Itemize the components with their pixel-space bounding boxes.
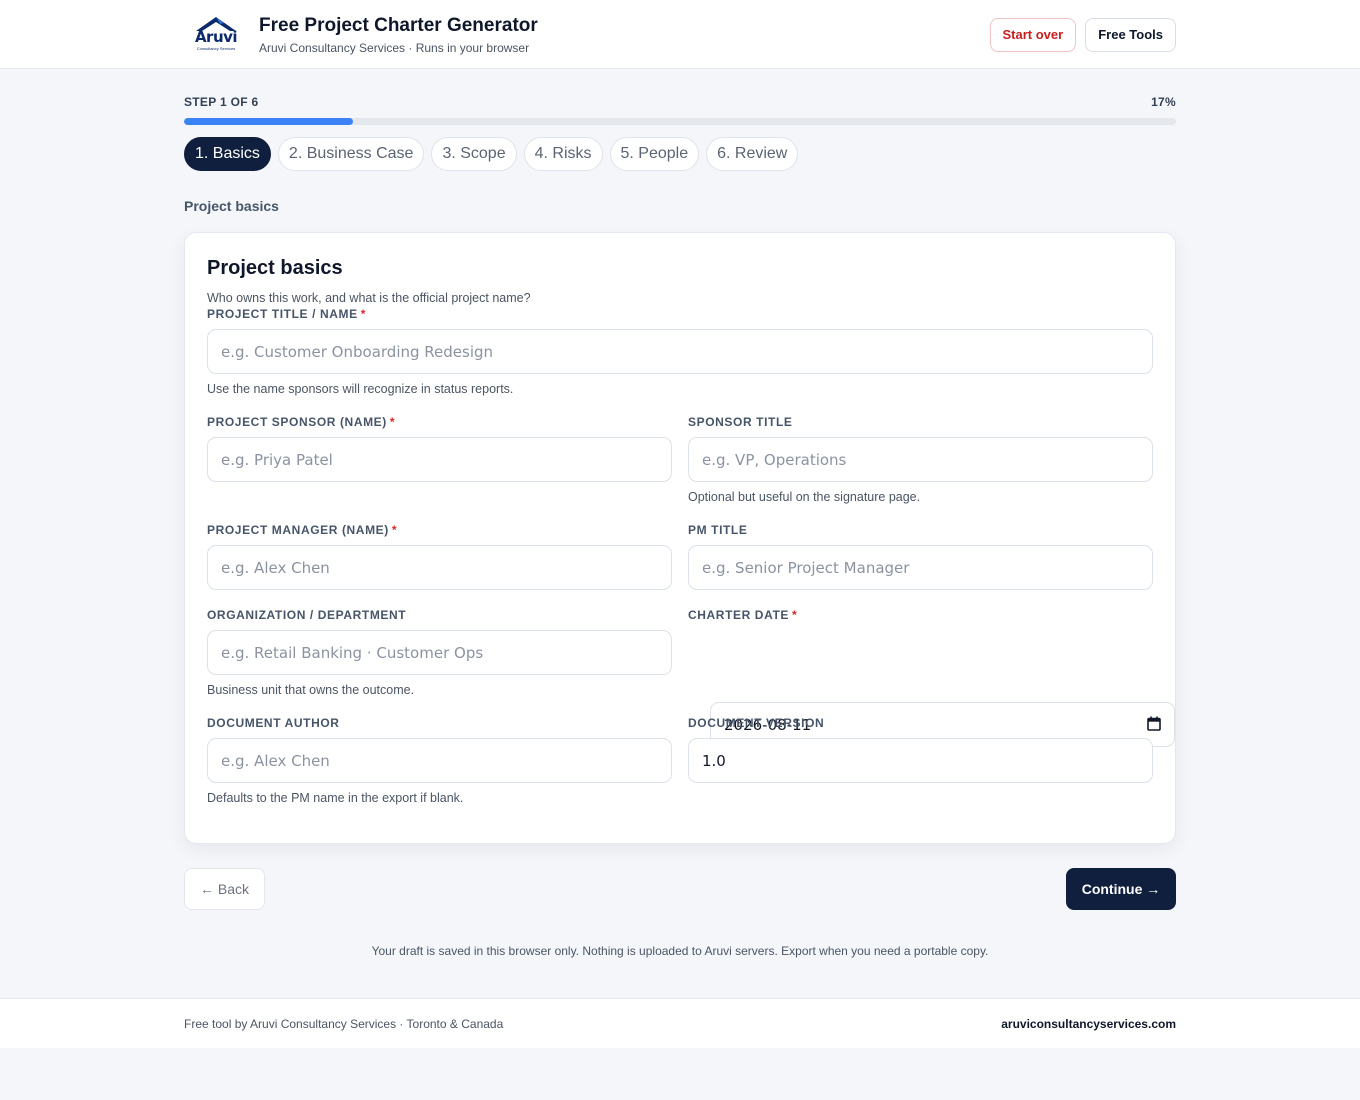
app-title: Free Project Charter Generator (259, 15, 538, 36)
card-description: Who owns this work, and what is the offi… (207, 291, 531, 305)
card-title: Project basics (207, 257, 343, 279)
footer-credit: Free tool by Aruvi Consultancy Services … (184, 1017, 504, 1031)
draft-note: Your draft is saved in this browser only… (371, 944, 989, 958)
start-over-button[interactable]: Start over (989, 17, 1077, 52)
sponsor-name-input[interactable] (207, 437, 672, 482)
sponsor-title-input[interactable] (688, 437, 1153, 482)
free-tools-button[interactable]: Free Tools (1085, 17, 1176, 52)
form-card: Project basics Who owns this work, and w… (184, 232, 1176, 844)
progress-bar (184, 118, 1176, 125)
pm-title-input[interactable] (688, 545, 1153, 590)
organization-label: Organization / department (207, 608, 407, 622)
progress-percent: 17% (1151, 95, 1176, 109)
document-version-label: Document version (688, 716, 825, 730)
project-title-input[interactable] (207, 329, 1153, 374)
brand: Aruvi Consultancy Services Free Project … (190, 14, 538, 55)
document-author-hint: Defaults to the PM name in the export if… (207, 791, 464, 805)
document-author-label: Document author (207, 716, 340, 730)
logo-tagline: Consultancy Services (196, 45, 236, 51)
required-marker: * (389, 415, 396, 429)
main-content: STEP 1 OF 6 17% 1. Basics 2. Business Ca… (184, 69, 1176, 958)
project-title-label: Project title / name * (207, 307, 366, 321)
project-title-hint: Use the name sponsors will recognize in … (207, 382, 514, 396)
tab-people[interactable]: 5. People (609, 137, 700, 171)
logo-wordmark: Aruvi (194, 27, 238, 46)
pm-name-label: Project manager (name) * (207, 523, 398, 537)
section-label: Project basics (184, 198, 279, 214)
tab-risks[interactable]: 4. Risks (523, 137, 603, 171)
footer-website-link[interactable]: aruviconsultancyservices.com (1001, 1017, 1176, 1031)
footer: Free tool by Aruvi Consultancy Services … (0, 998, 1360, 1048)
tab-basics[interactable]: 1. Basics (184, 137, 271, 171)
step-counter: STEP 1 OF 6 (184, 95, 259, 109)
required-marker: * (391, 523, 398, 537)
app-subtitle: Aruvi Consultancy Services · Runs in you… (259, 41, 530, 55)
pm-name-input[interactable] (207, 545, 672, 590)
document-version-input[interactable] (688, 738, 1153, 783)
tab-review[interactable]: 6. Review (706, 137, 799, 171)
tab-scope[interactable]: 3. Scope (431, 137, 517, 171)
sponsor-title-label: Sponsor title (688, 415, 793, 429)
top-bar: Aruvi Consultancy Services Free Project … (0, 0, 1360, 69)
required-marker: * (360, 307, 366, 321)
document-author-input[interactable] (207, 738, 672, 783)
progress-bar-fill (184, 118, 353, 125)
pm-title-label: PM title (688, 523, 748, 537)
sponsor-title-hint: Optional but useful on the signature pag… (688, 490, 921, 504)
charter-date-label: Charter date * (688, 608, 798, 622)
organization-input[interactable] (207, 630, 672, 675)
required-marker: * (791, 608, 798, 622)
tab-business-case[interactable]: 2. Business Case (277, 137, 425, 171)
organization-hint: Business unit that owns the outcome. (207, 683, 415, 697)
back-button[interactable]: ← Back (184, 868, 265, 910)
step-tabs: 1. Basics 2. Business Case 3. Scope 4. R… (184, 137, 1176, 171)
aruvi-logo[interactable]: Aruvi Consultancy Services (190, 15, 242, 55)
sponsor-name-label: Project sponsor (name) * (207, 415, 396, 429)
continue-button[interactable]: Continue → (1066, 868, 1176, 910)
